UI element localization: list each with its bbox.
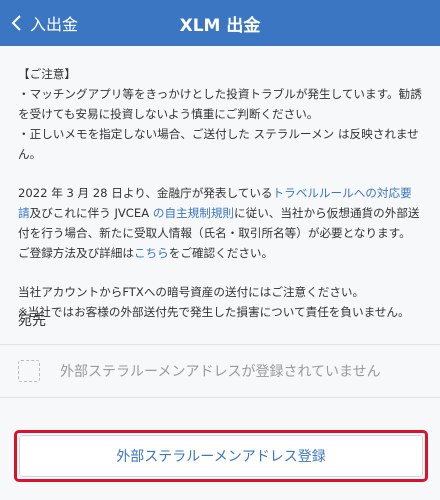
notice-bullet-1: ・マッチングアプリ等をきっかけとした投資トラブルが発生しています。勧誘を受けても… [18,87,422,121]
divider [0,397,440,398]
empty-checkbox-icon [18,360,40,382]
travel-rule-text-1: 2022 年 3 月 28 日より、金融庁が発表している [18,186,273,200]
ftx-warning: 当社アカウントからFTXへの暗号資産の送付にはご注意ください。 [18,285,365,299]
liability-disclaimer: ※当社ではお客様の外部送付先で発生した損害について責任を負いません。 [18,305,410,319]
notice-section: 【ご注意】 ・マッチングアプリ等をきっかけとした投資トラブルが発生しています。勧… [0,46,440,322]
no-address-text: 外部ステラルーメンアドレスが登録されていません [60,364,381,380]
travel-rule-text-2: 及びこれに伴う JVCEA [29,206,153,220]
back-button[interactable]: 入出金 [8,0,78,46]
destination-label: 宛先 [18,313,46,329]
register-button-highlight: 外部ステラルーメンアドレス登録 [14,430,428,482]
chevron-left-icon [11,15,21,31]
back-label: 入出金 [30,15,79,34]
travel-rule-paragraph: 2022 年 3 月 28 日より、金融庁が発表しているトラベルルールへの対応要… [18,183,422,263]
details-link[interactable]: こちら [134,246,169,260]
address-row[interactable]: 外部ステラルーメンアドレスが登録されていません [0,345,440,397]
notice-heading: 【ご注意】 [18,67,76,81]
header: 入出金 XLM 出金 [0,0,440,46]
self-regulation-link[interactable]: の自主規制規則 [153,206,234,220]
travel-rule-text-4: をご確認ください。 [168,246,274,260]
notice-bullet-2: ・正しいメモを指定しない場合、ご送付した ステラルーメン は反映されません。 [18,127,419,161]
register-address-button[interactable]: 外部ステラルーメンアドレス登録 [19,435,423,477]
page-title: XLM 出金 [179,15,261,36]
